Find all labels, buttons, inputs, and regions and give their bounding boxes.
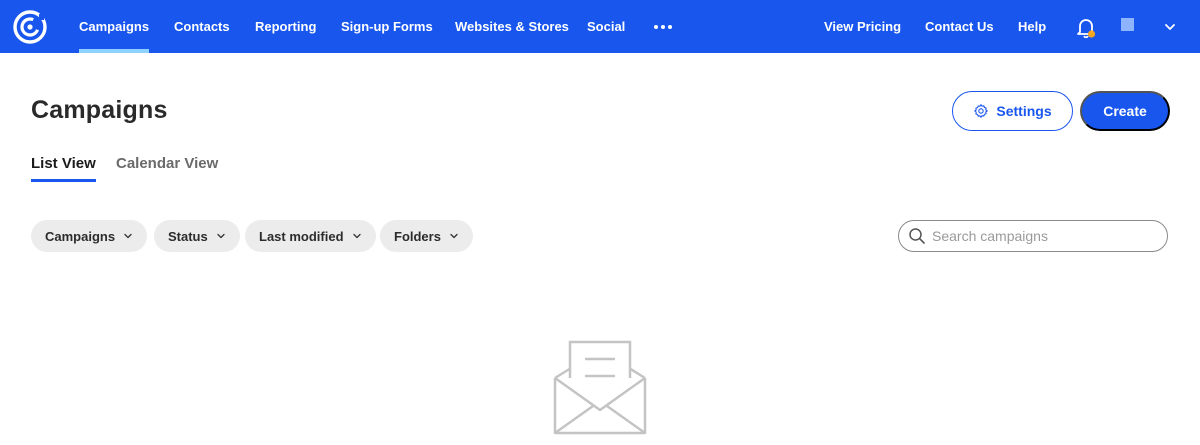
filter-status[interactable]: Status <box>154 220 240 252</box>
tab-label: List View <box>31 155 96 172</box>
more-horizontal-icon[interactable] <box>653 24 673 30</box>
page-title: Campaigns <box>31 96 168 124</box>
tab-list-view[interactable]: List View <box>31 155 96 182</box>
chevron-down-icon <box>450 233 458 239</box>
nav-item-label: View Pricing <box>824 19 902 34</box>
filter-label: Status <box>168 228 208 244</box>
nav-item-view-pricing[interactable]: View Pricing <box>824 0 901 53</box>
search-input[interactable] <box>932 228 1152 244</box>
logo-icon[interactable] <box>13 10 47 44</box>
bell-icon[interactable] <box>1075 16 1097 40</box>
nav-item-campaigns[interactable]: Campaigns <box>79 0 150 53</box>
chevron-down-icon <box>124 233 132 239</box>
filter-label: Campaigns <box>45 228 116 244</box>
filter-campaigns[interactable]: Campaigns <box>31 220 148 252</box>
settings-button-label: Settings <box>996 103 1052 119</box>
search-icon <box>909 228 925 244</box>
tab-label: Calendar View <box>116 155 219 172</box>
nav-item-label: Contacts <box>174 19 230 34</box>
nav-item-label: Websites & Stores <box>455 19 569 34</box>
tab-calendar-view[interactable]: Calendar View <box>116 155 218 180</box>
filter-label: Last modified <box>259 228 344 244</box>
chevron-down-icon <box>217 233 225 239</box>
nav-item-signup-forms[interactable]: Sign-up Forms <box>341 0 433 53</box>
nav-item-label: Contact Us <box>925 19 994 34</box>
top-nav-bar: Campaigns Contacts Reporting Sign-up For… <box>0 0 1200 53</box>
nav-item-social[interactable]: Social <box>587 0 625 53</box>
chevron-down-icon[interactable] <box>1163 20 1177 34</box>
create-button-label: Create <box>1103 103 1147 119</box>
filter-last-modified[interactable]: Last modified <box>245 220 376 252</box>
account-avatar[interactable] <box>1121 18 1134 31</box>
nav-item-websites-stores[interactable]: Websites & Stores <box>455 0 569 53</box>
nav-item-contacts[interactable]: Contacts <box>174 0 230 53</box>
search-box <box>898 220 1168 252</box>
nav-item-label: Campaigns <box>79 19 150 34</box>
gear-icon <box>974 104 989 118</box>
nav-item-contact-us[interactable]: Contact Us <box>925 0 994 53</box>
nav-item-label: Social <box>587 19 626 34</box>
filter-folders[interactable]: Folders <box>380 220 473 252</box>
nav-item-reporting[interactable]: Reporting <box>255 0 316 53</box>
filter-label: Folders <box>394 228 441 244</box>
create-button[interactable]: Create <box>1080 91 1170 131</box>
nav-item-help[interactable]: Help <box>1018 0 1046 53</box>
nav-item-label: Help <box>1018 19 1047 34</box>
notification-dot <box>1087 30 1096 38</box>
nav-item-label: Reporting <box>255 19 317 34</box>
chevron-down-icon <box>352 233 361 239</box>
nav-item-label: Sign-up Forms <box>341 19 433 34</box>
settings-button[interactable]: Settings <box>952 91 1073 131</box>
envelope-letter-icon <box>553 340 647 435</box>
